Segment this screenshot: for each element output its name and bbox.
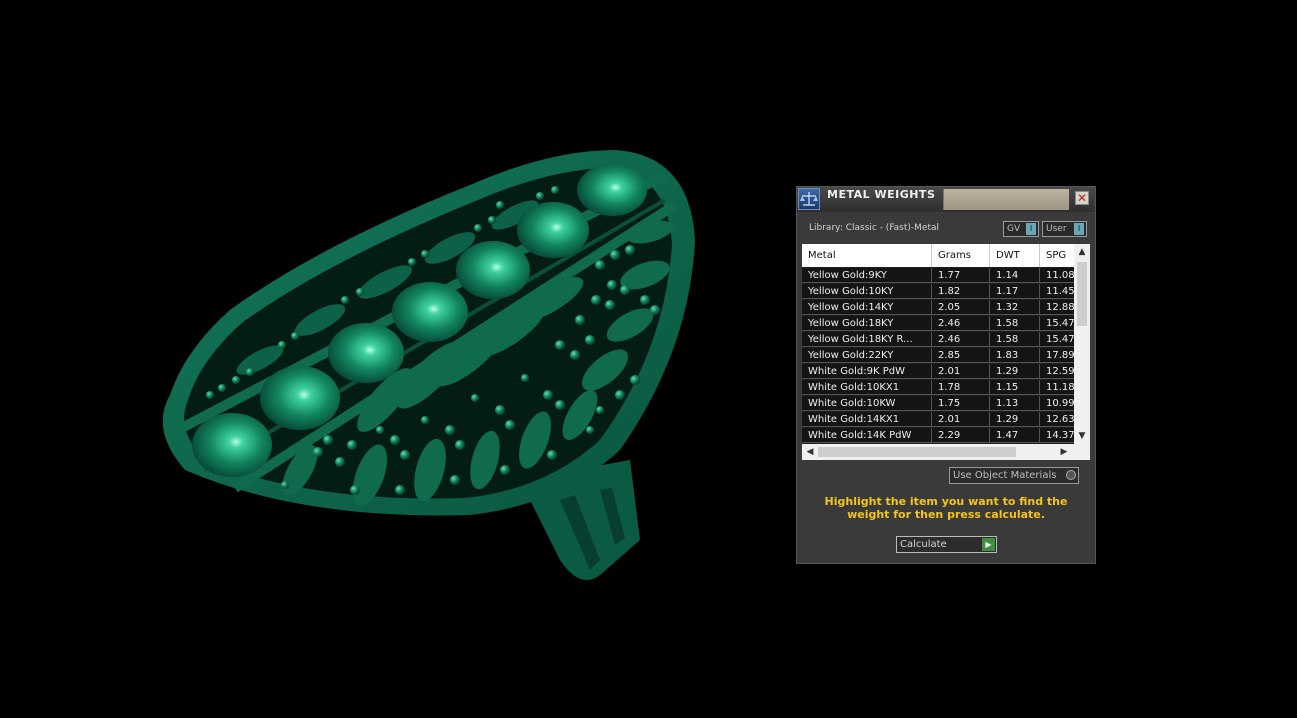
spg-cell: 11.45 <box>1040 284 1074 299</box>
spg-cell: 14.37 <box>1040 428 1074 443</box>
grams-cell: 1.75 <box>932 396 990 411</box>
dwt-cell: 1.15 <box>990 380 1040 395</box>
dialog-titlebar[interactable]: METAL WEIGHTS ✕ <box>797 187 1095 212</box>
metal-cell: White Gold:9K PdW <box>802 364 932 379</box>
scale-icon <box>798 188 820 210</box>
grams-cell: 2.46 <box>932 332 990 347</box>
column-header-metal[interactable]: Metal <box>802 244 932 267</box>
table-row[interactable]: White Gold:10KX1 1.78 1.15 11.18 <box>802 380 1074 396</box>
spg-cell: 12.88 <box>1040 300 1074 315</box>
gv-label: GV <box>1007 224 1021 234</box>
metal-cell: Yellow Gold:14KY <box>802 300 932 315</box>
metal-cell: White Gold:14K PdW <box>802 428 932 443</box>
grams-cell: 1.77 <box>932 268 990 283</box>
use-object-materials-button[interactable]: Use Object Materials <box>949 467 1079 484</box>
close-button[interactable]: ✕ <box>1075 191 1089 205</box>
spg-cell: 11.18 <box>1040 380 1074 395</box>
table-row[interactable]: White Gold:9K PdW 2.01 1.29 12.59 <box>802 364 1074 380</box>
column-header-grams[interactable]: Grams <box>932 244 990 267</box>
spg-cell: 15.47 <box>1040 332 1074 347</box>
grams-cell: 2.85 <box>932 348 990 363</box>
table-header: Metal Grams DWT SPG <box>802 244 1074 267</box>
metal-cell: White Gold:14KX1 <box>802 412 932 427</box>
spg-cell: 10.99 <box>1040 396 1074 411</box>
3d-viewport[interactable] <box>0 0 1297 714</box>
ring-model <box>162 150 695 580</box>
dwt-cell: 1.13 <box>990 396 1040 411</box>
title-strip <box>943 189 1069 210</box>
dwt-cell: 1.83 <box>990 348 1040 363</box>
library-label: Library: Classic - (Fast)-Metal <box>809 223 940 233</box>
grams-cell: 2.29 <box>932 428 990 443</box>
dwt-cell: 1.29 <box>990 364 1040 379</box>
table-row[interactable]: White Gold:14K PdW 2.29 1.47 14.37 <box>802 428 1074 444</box>
metal-cell: Yellow Gold:10KY <box>802 284 932 299</box>
table-row[interactable]: White Gold:10KW 1.75 1.13 10.99 <box>802 396 1074 412</box>
spg-cell: 11.08 <box>1040 268 1074 283</box>
dwt-cell: 1.58 <box>990 316 1040 331</box>
table-row[interactable]: Yellow Gold:9KY 1.77 1.14 11.08 <box>802 268 1074 284</box>
calculate-label: Calculate <box>900 539 947 550</box>
metal-cell: Yellow Gold:9KY <box>802 268 932 283</box>
dwt-cell: 1.17 <box>990 284 1040 299</box>
grams-cell: 2.01 <box>932 364 990 379</box>
column-header-spg[interactable]: SPG <box>1040 244 1074 267</box>
horizontal-scroll-thumb[interactable] <box>818 447 1016 457</box>
scroll-right-icon[interactable]: ▶ <box>1058 446 1070 458</box>
dwt-cell: 1.32 <box>990 300 1040 315</box>
metal-cell: Yellow Gold:18KY R... <box>802 332 932 347</box>
spg-cell: 12.59 <box>1040 364 1074 379</box>
grams-cell: 2.05 <box>932 300 990 315</box>
scroll-left-icon[interactable]: ◀ <box>804 446 816 458</box>
gv-toggle[interactable]: GV I <box>1003 221 1039 237</box>
table-row[interactable]: Yellow Gold:22KY 2.85 1.83 17.89 <box>802 348 1074 364</box>
calculate-button[interactable]: Calculate ▶ <box>896 536 997 553</box>
table-row[interactable]: Yellow Gold:14KY 2.05 1.32 12.88 <box>802 300 1074 316</box>
user-toggle[interactable]: User I <box>1042 221 1087 237</box>
grams-cell: 2.46 <box>932 316 990 331</box>
dialog-title: METAL WEIGHTS <box>827 188 936 201</box>
grams-cell: 1.82 <box>932 284 990 299</box>
metal-cell: White Gold:10KX1 <box>802 380 932 395</box>
dwt-cell: 1.58 <box>990 332 1040 347</box>
gv-indicator-icon: I <box>1026 223 1036 235</box>
dwt-cell: 1.29 <box>990 412 1040 427</box>
scroll-up-icon[interactable]: ▲ <box>1077 246 1087 258</box>
spg-cell: 12.63 <box>1040 412 1074 427</box>
vertical-scroll-thumb[interactable] <box>1077 262 1087 326</box>
user-label: User <box>1046 224 1067 234</box>
spg-cell: 15.47 <box>1040 316 1074 331</box>
instruction-text: Highlight the item you want to find the … <box>824 495 1068 521</box>
table-rows: Yellow Gold:9KY 1.77 1.14 11.08 Yellow G… <box>802 268 1074 444</box>
use-object-materials-label: Use Object Materials <box>953 470 1057 481</box>
metal-table: Metal Grams DWT SPG Yellow Gold:9KY 1.77… <box>802 244 1090 460</box>
user-indicator-icon: I <box>1074 223 1084 235</box>
scroll-down-icon[interactable]: ▼ <box>1077 430 1087 442</box>
metal-cell: White Gold:10KW <box>802 396 932 411</box>
metal-weights-dialog: METAL WEIGHTS ✕ Library: Classic - (Fast… <box>796 186 1096 564</box>
metal-cell: Yellow Gold:18KY <box>802 316 932 331</box>
table-row[interactable]: Yellow Gold:10KY 1.82 1.17 11.45 <box>802 284 1074 300</box>
table-row[interactable]: Yellow Gold:18KY R... 2.46 1.58 15.47 <box>802 332 1074 348</box>
horizontal-scrollbar[interactable]: ◀ ▶ <box>802 444 1090 460</box>
column-header-dwt[interactable]: DWT <box>990 244 1040 267</box>
table-row[interactable]: Yellow Gold:18KY 2.46 1.58 15.47 <box>802 316 1074 332</box>
metal-cell: Yellow Gold:22KY <box>802 348 932 363</box>
vertical-scrollbar[interactable]: ▲ ▼ <box>1074 244 1090 444</box>
spg-cell: 17.89 <box>1040 348 1074 363</box>
grams-cell: 2.01 <box>932 412 990 427</box>
play-icon: ▶ <box>982 538 995 551</box>
metal-table-body: Metal Grams DWT SPG Yellow Gold:9KY 1.77… <box>802 244 1074 444</box>
dwt-cell: 1.14 <box>990 268 1040 283</box>
table-row[interactable]: White Gold:14KX1 2.01 1.29 12.63 <box>802 412 1074 428</box>
dwt-cell: 1.47 <box>990 428 1040 443</box>
grams-cell: 1.78 <box>932 380 990 395</box>
radio-icon <box>1066 470 1076 480</box>
